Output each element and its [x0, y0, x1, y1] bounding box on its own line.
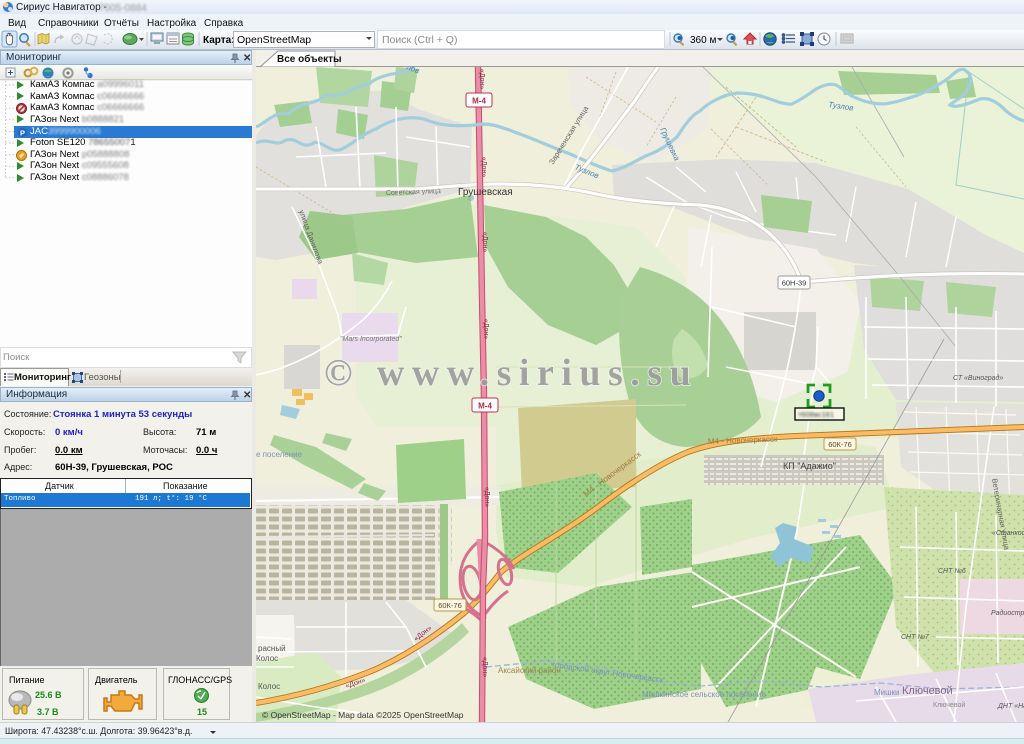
svg-text:Радиостр: Радиостр	[991, 609, 1024, 617]
svg-text:60К-76: 60К-76	[828, 440, 852, 449]
svg-text:«Дон»: «Дон»	[483, 487, 490, 507]
svg-text:«Дон»: «Дон»	[478, 69, 485, 89]
svg-text:"Mars Incorporated": "Mars Incorporated"	[340, 336, 402, 343]
svg-text:М-4: М-4	[472, 97, 486, 106]
svg-text:Ключевой: Ключевой	[902, 685, 953, 697]
svg-text:е поселение: е поселение	[256, 450, 303, 459]
svg-text:«Дон»: «Дон»	[481, 232, 488, 252]
svg-text:© OpenStreetMap - Map data ©20: © OpenStreetMap - Map data ©2025 OpenStr…	[262, 710, 464, 720]
svg-text:Мишки: Мишки	[874, 688, 900, 697]
svg-text:Мишкинское сельское поселение: Мишкинское сельское поселение	[642, 690, 766, 699]
svg-text:ДНТ «На: ДНТ «На	[997, 703, 1024, 710]
svg-text:т608вс161: т608вс161	[798, 410, 834, 419]
svg-text:60К-76: 60К-76	[438, 601, 462, 610]
svg-text:«Дон»: «Дон»	[480, 157, 487, 177]
svg-text:«Дон»: «Дон»	[482, 319, 489, 339]
svg-text:Аксайский район: Аксайский район	[498, 666, 561, 675]
svg-text:© www.sirius.su: © www.sirius.su	[324, 352, 698, 394]
svg-text:«Станкос: «Станкос	[992, 530, 1024, 537]
svg-text:расный: расный	[258, 644, 286, 653]
svg-text:СНТ №6: СНТ №6	[938, 568, 966, 575]
svg-text:Грушевская: Грушевская	[458, 187, 513, 198]
svg-text:Колос: Колос	[256, 654, 278, 663]
svg-text:P: P	[20, 128, 25, 137]
svg-text:СТ «Виноград»: СТ «Виноград»	[953, 374, 1003, 382]
svg-text:КП "Адажио": КП "Адажио"	[783, 461, 836, 471]
svg-text:60Н-39: 60Н-39	[782, 279, 807, 288]
svg-text:Ключевой: Ключевой	[933, 701, 965, 709]
svg-text:СНТ №7: СНТ №7	[901, 634, 930, 641]
svg-text:М-4: М-4	[478, 402, 492, 411]
svg-text:Колос: Колос	[258, 682, 280, 691]
svg-text:«Дон»: «Дон»	[481, 657, 488, 677]
